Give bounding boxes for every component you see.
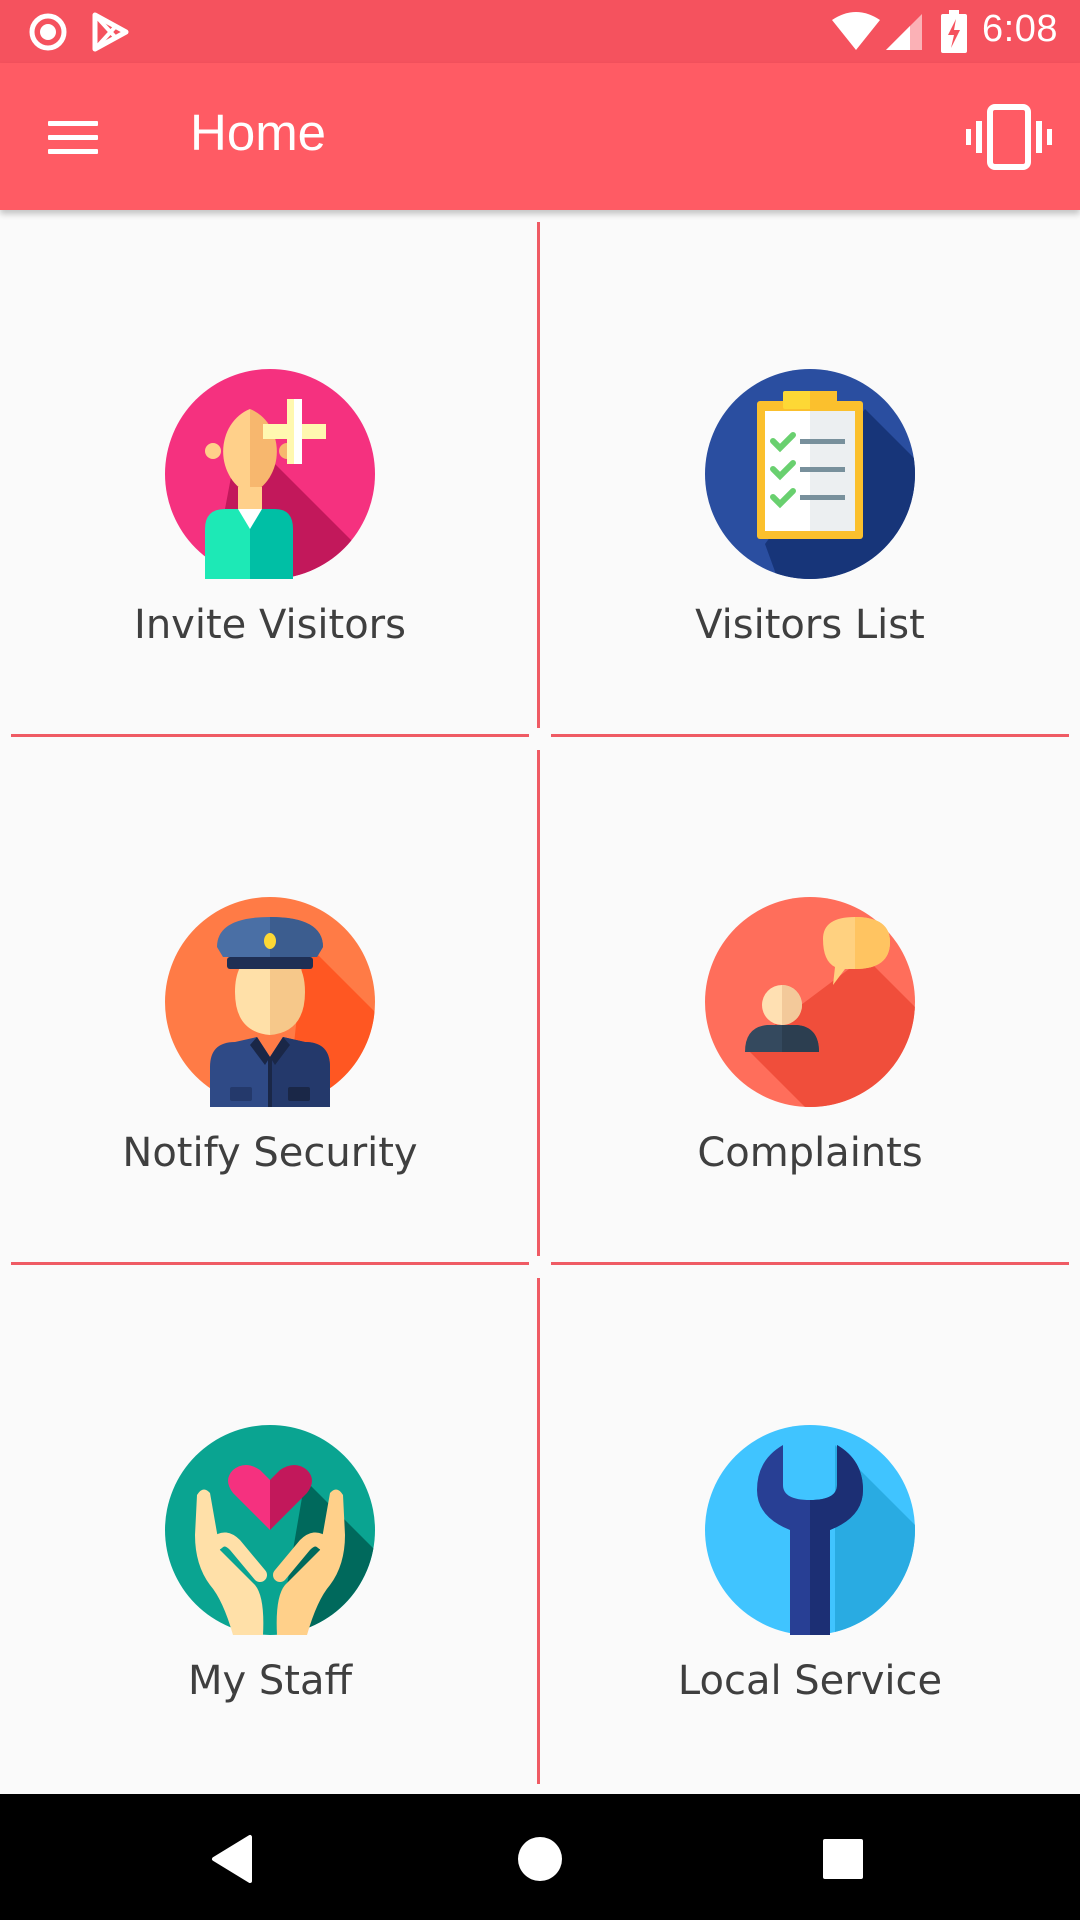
recents-icon[interactable] [808, 1824, 878, 1894]
tile-label: Complaints [697, 1130, 923, 1176]
home-icon[interactable] [505, 1824, 575, 1894]
play-store-icon [92, 12, 130, 56]
status-bar: 6:08 [0, 0, 1080, 63]
security-guard-icon [165, 897, 375, 1107]
page-title: Home [190, 104, 327, 161]
battery-charging-icon [940, 10, 968, 58]
app-bar: Home [0, 63, 1080, 210]
tile-label: Visitors List [695, 602, 925, 648]
tile-notify-security[interactable]: Notify Security [0, 738, 540, 1266]
wrench-icon [705, 1425, 915, 1635]
tile-visitors-list[interactable]: Visitors List [540, 210, 1080, 738]
tile-label: Notify Security [122, 1130, 418, 1176]
tile-invite-visitors[interactable]: Invite Visitors [0, 210, 540, 738]
tile-complaints[interactable]: Complaints [540, 738, 1080, 1266]
tile-label: Invite Visitors [134, 602, 406, 648]
hamburger-menu-icon[interactable] [40, 109, 106, 165]
hands-heart-icon [165, 1425, 375, 1635]
add-person-icon [165, 369, 375, 579]
vibrate-icon[interactable] [964, 103, 1054, 171]
tile-label: My Staff [187, 1658, 353, 1704]
tile-label: Local Service [677, 1658, 943, 1704]
person-speech-bubble-icon [705, 897, 915, 1107]
signal-icon [884, 12, 924, 56]
back-icon[interactable] [200, 1824, 270, 1894]
clipboard-checklist-icon [705, 369, 915, 579]
tile-my-staff[interactable]: My Staff [0, 1266, 540, 1794]
tile-local-service[interactable]: Local Service [540, 1266, 1080, 1794]
wifi-icon [830, 12, 882, 56]
home-grid: Invite Visitors Visitors List Notify Sec… [0, 210, 1080, 1794]
navigation-bar [0, 1794, 1080, 1920]
status-time: 6:08 [982, 8, 1058, 50]
record-icon [28, 12, 68, 56]
